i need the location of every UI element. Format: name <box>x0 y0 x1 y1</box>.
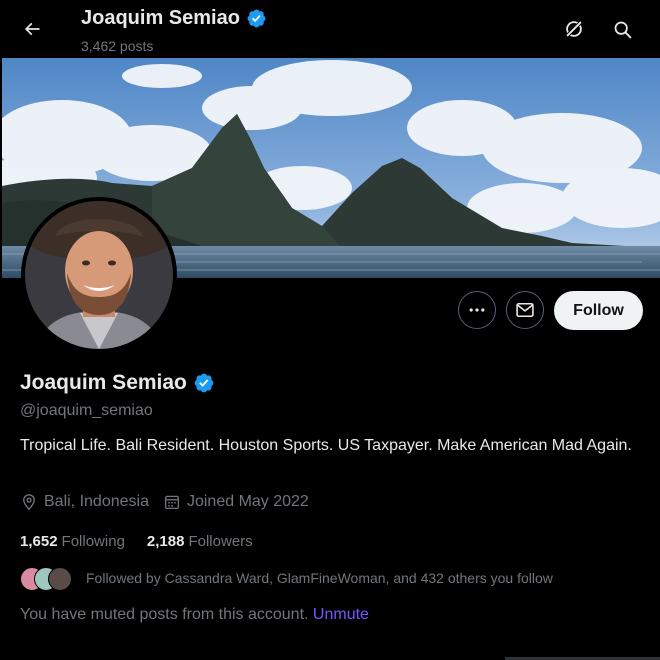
verified-badge-icon[interactable] <box>193 372 215 394</box>
profile-name-row: Joaquim Semiao <box>20 371 215 395</box>
muted-text: You have muted posts from this account. <box>20 606 313 623</box>
profile-handle: @joaquim_semiao <box>20 402 153 419</box>
followers-link[interactable]: 2,188 Followers <box>147 533 253 550</box>
followed-by-text: Followed by Cassandra Ward, GlamFineWoma… <box>86 570 553 586</box>
more-button[interactable] <box>458 291 496 329</box>
header-title: Joaquim Semiao <box>81 7 267 30</box>
location-pin-icon <box>23 494 35 511</box>
mini-avatar <box>48 567 72 591</box>
profile-location: Bali, Indonesia <box>20 493 149 511</box>
mail-icon <box>516 302 534 318</box>
avatar-photo <box>25 201 173 349</box>
followers-count: 2,188 <box>146 533 185 550</box>
grok-button[interactable] <box>556 11 592 47</box>
profile-joined: Joined May 2022 <box>163 493 309 511</box>
followers-label: Followers <box>188 533 253 550</box>
search-button[interactable] <box>604 11 640 47</box>
grok-icon <box>565 20 583 38</box>
following-link[interactable]: 1,652 Following <box>20 533 125 550</box>
more-icon <box>469 308 485 312</box>
header-post-count: 3,462 posts <box>81 38 154 54</box>
unmute-link[interactable]: Unmute <box>313 606 369 623</box>
joined-text: Joined May 2022 <box>186 493 309 510</box>
profile-bio: Tropical Life. Bali Resident. Houston Sp… <box>20 437 632 454</box>
arrow-left-icon <box>24 22 40 36</box>
followed-by-link[interactable]: Followed by Cassandra Ward, GlamFineWoma… <box>20 565 553 591</box>
followers-you-know-avatars <box>20 565 76 591</box>
profile-stats: 1,652 Following 2,188 Followers <box>20 533 275 550</box>
calendar-icon <box>164 495 180 510</box>
profile-meta: Bali, Indonesia Joined May 2022 <box>20 493 323 511</box>
search-icon <box>614 21 631 38</box>
profile-display-name: Joaquim Semiao <box>20 371 187 394</box>
location-text: Bali, Indonesia <box>44 493 149 510</box>
top-bar: Joaquim Semiao 3,462 posts <box>0 0 660 58</box>
following-label: Following <box>61 533 125 550</box>
follow-button[interactable]: Follow <box>554 291 643 330</box>
verified-badge-icon <box>247 9 266 28</box>
following-count: 1,652 <box>20 533 58 550</box>
header-name: Joaquim Semiao <box>81 7 240 29</box>
back-button[interactable] <box>14 11 50 47</box>
muted-notice: You have muted posts from this account. … <box>20 606 369 624</box>
message-button[interactable] <box>506 291 544 329</box>
profile-avatar[interactable] <box>21 197 177 353</box>
